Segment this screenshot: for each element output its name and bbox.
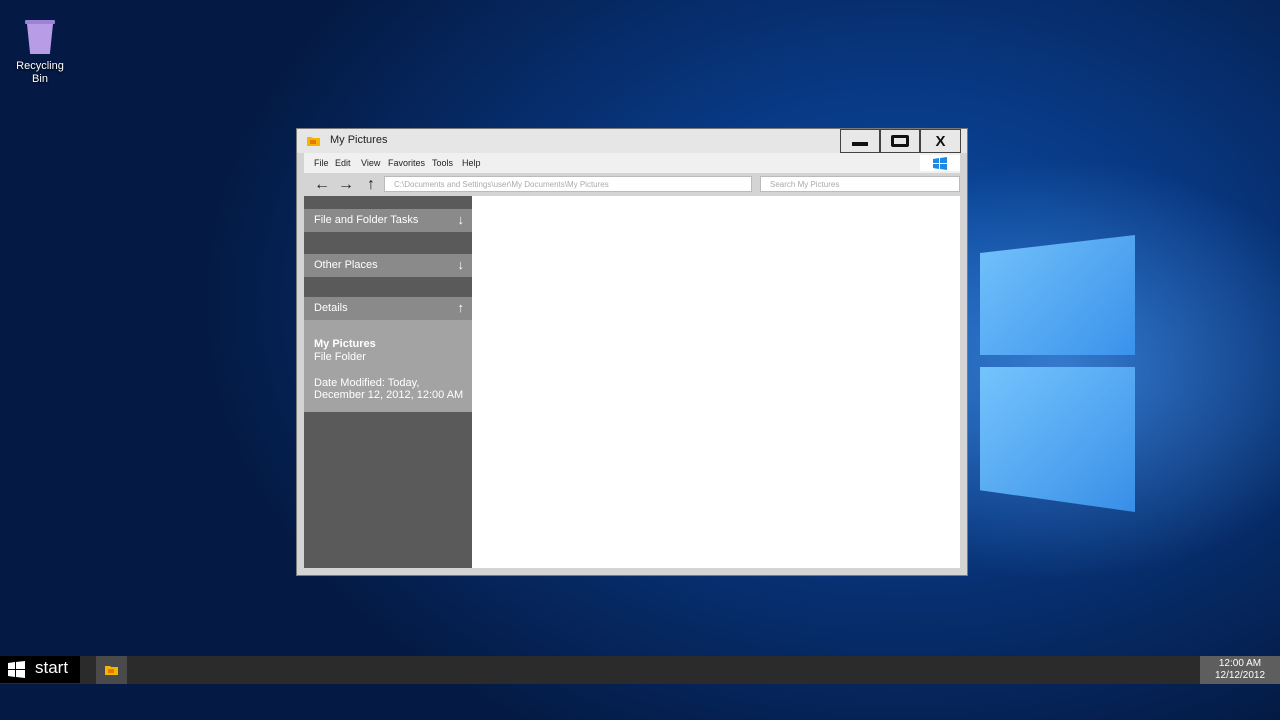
menu-bar: File Edit View Favorites Tools Help bbox=[304, 153, 960, 173]
windows-logo-icon bbox=[8, 661, 25, 678]
recycle-bin-label: Recycling Bin bbox=[16, 60, 64, 85]
menu-file[interactable]: File bbox=[314, 158, 329, 168]
taskbar: start 12:00 AM 12/12/2012 bbox=[0, 656, 1280, 684]
window-title: My Pictures bbox=[330, 134, 388, 146]
section-details[interactable]: Details ↑ bbox=[304, 297, 472, 320]
folder-icon bbox=[307, 137, 320, 146]
details-modified: Date Modified: Today, bbox=[314, 377, 420, 389]
menu-help[interactable]: Help bbox=[462, 158, 481, 168]
section-label: Other Places bbox=[314, 259, 378, 271]
menu-favorites[interactable]: Favorites bbox=[388, 158, 425, 168]
details-type: File Folder bbox=[314, 351, 366, 363]
up-button[interactable]: ↑ bbox=[367, 175, 375, 195]
section-label: File and Folder Tasks bbox=[314, 214, 419, 226]
address-bar[interactable]: C:\Documents and Settings\user\My Docume… bbox=[384, 176, 752, 192]
forward-button[interactable]: → bbox=[338, 175, 354, 195]
section-other-places[interactable]: Other Places ↓ bbox=[304, 254, 472, 277]
menu-tools[interactable]: Tools bbox=[432, 158, 453, 168]
title-bar[interactable]: My Pictures X bbox=[297, 129, 967, 153]
navigation-row: ← → ↑ C:\Documents and Settings\user\My … bbox=[304, 175, 960, 195]
chevron-up-icon: ↑ bbox=[457, 300, 465, 315]
explorer-window: My Pictures X File Edit View Favorites T… bbox=[296, 128, 968, 576]
details-panel: My Pictures File Folder Date Modified: T… bbox=[304, 320, 472, 412]
system-clock[interactable]: 12:00 AM 12/12/2012 bbox=[1200, 656, 1280, 684]
minimize-icon bbox=[852, 142, 868, 146]
section-label: Details bbox=[314, 302, 348, 314]
details-name: My Pictures bbox=[314, 338, 376, 350]
back-button[interactable]: ← bbox=[314, 175, 330, 195]
start-label: start bbox=[35, 658, 69, 677]
file-list-area[interactable] bbox=[472, 196, 960, 568]
desktop-windows-logo bbox=[975, 215, 1140, 520]
maximize-icon bbox=[891, 135, 909, 147]
maximize-button[interactable] bbox=[880, 129, 920, 153]
task-pane: File and Folder Tasks ↓ Other Places ↓ D… bbox=[304, 196, 472, 568]
search-input[interactable]: Search My Pictures bbox=[760, 176, 960, 192]
windows-logo-icon bbox=[933, 157, 947, 170]
clock-date: 12/12/2012 bbox=[1214, 670, 1266, 681]
chevron-down-icon: ↓ bbox=[457, 257, 465, 272]
recycle-bin-icon bbox=[25, 18, 55, 54]
clock-time: 12:00 AM bbox=[1218, 658, 1262, 669]
windows-logo-box bbox=[920, 155, 960, 171]
recycle-bin[interactable]: Recycling Bin bbox=[10, 18, 70, 86]
start-button[interactable]: start bbox=[0, 656, 80, 683]
details-modified-date: December 12, 2012, 12:00 AM bbox=[314, 389, 464, 401]
taskbar-explorer-button[interactable] bbox=[96, 656, 127, 684]
menu-edit[interactable]: Edit bbox=[335, 158, 351, 168]
close-button[interactable]: X bbox=[920, 129, 961, 153]
chevron-down-icon: ↓ bbox=[457, 212, 465, 227]
menu-view[interactable]: View bbox=[361, 158, 380, 168]
minimize-button[interactable] bbox=[840, 129, 880, 153]
section-file-folder-tasks[interactable]: File and Folder Tasks ↓ bbox=[304, 209, 472, 232]
folder-icon bbox=[105, 666, 118, 675]
